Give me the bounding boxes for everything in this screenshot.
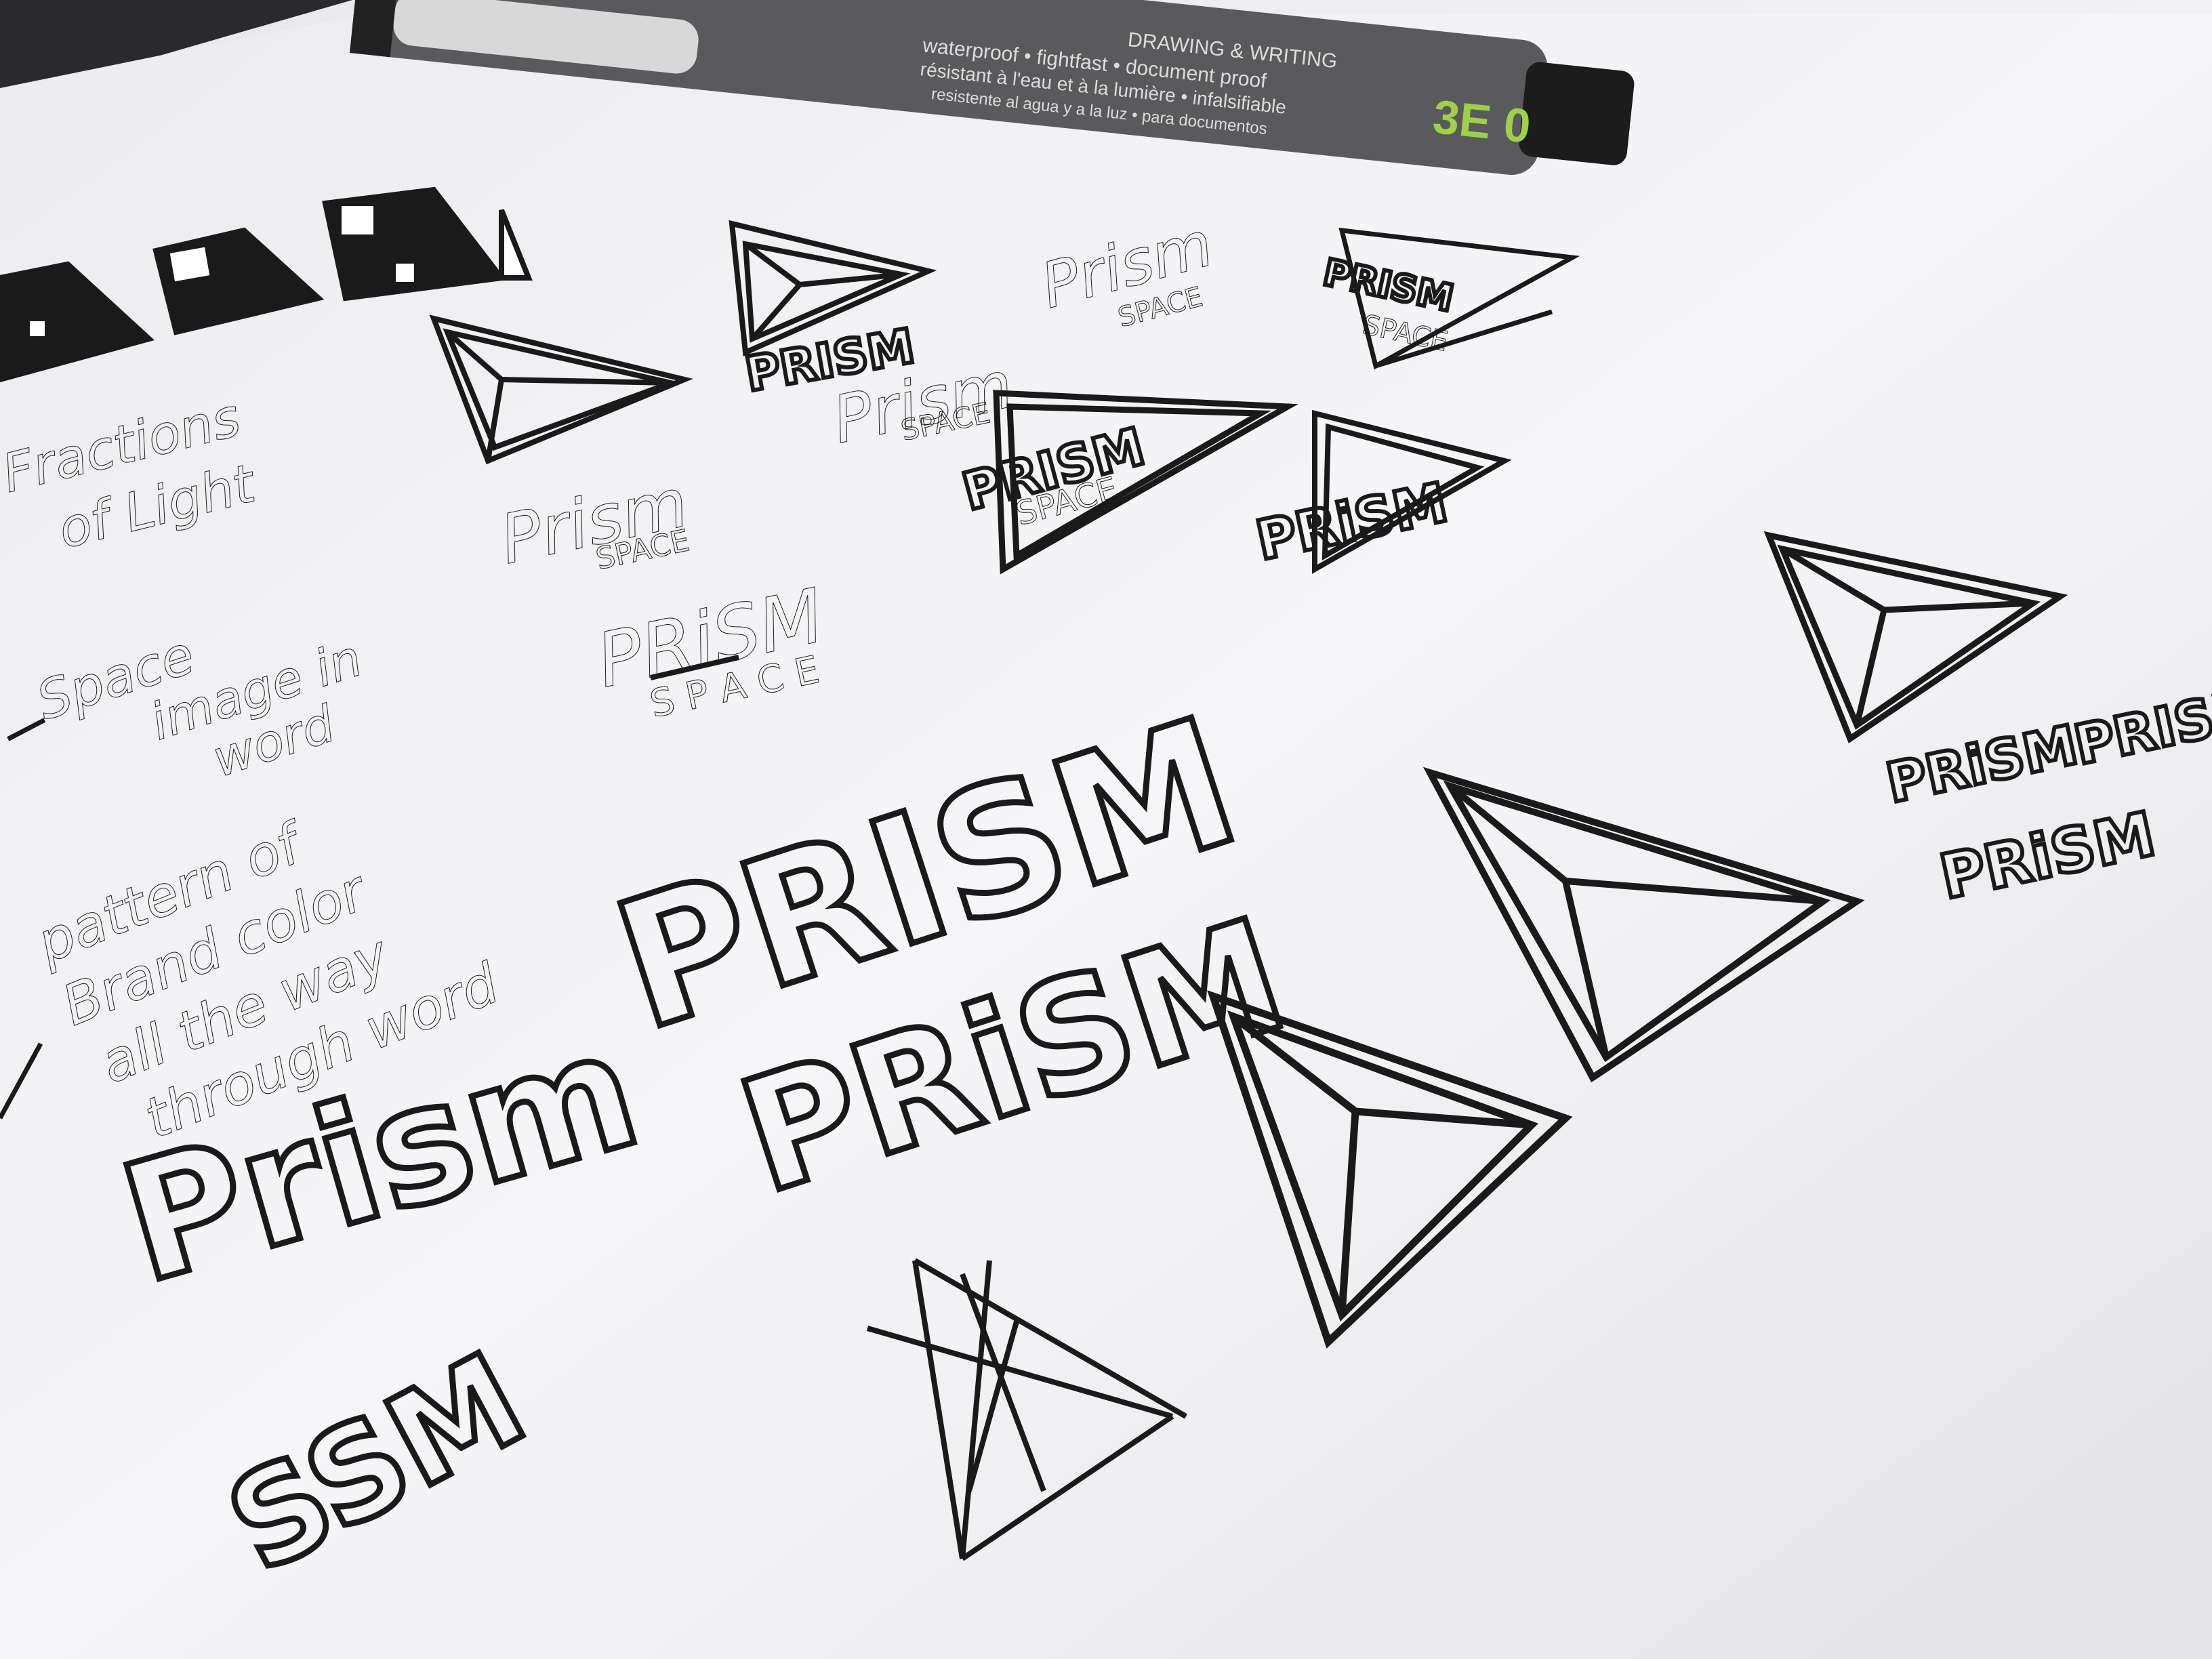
pen-image: DRAWING & WRITING waterproof • fightfast… xyxy=(349,0,1635,176)
photo-scene: Fractions of Light Space image in word p… xyxy=(0,0,2212,1659)
pen-tip xyxy=(1519,62,1635,165)
pen-size-mark: 3E 0 xyxy=(1431,90,1533,153)
